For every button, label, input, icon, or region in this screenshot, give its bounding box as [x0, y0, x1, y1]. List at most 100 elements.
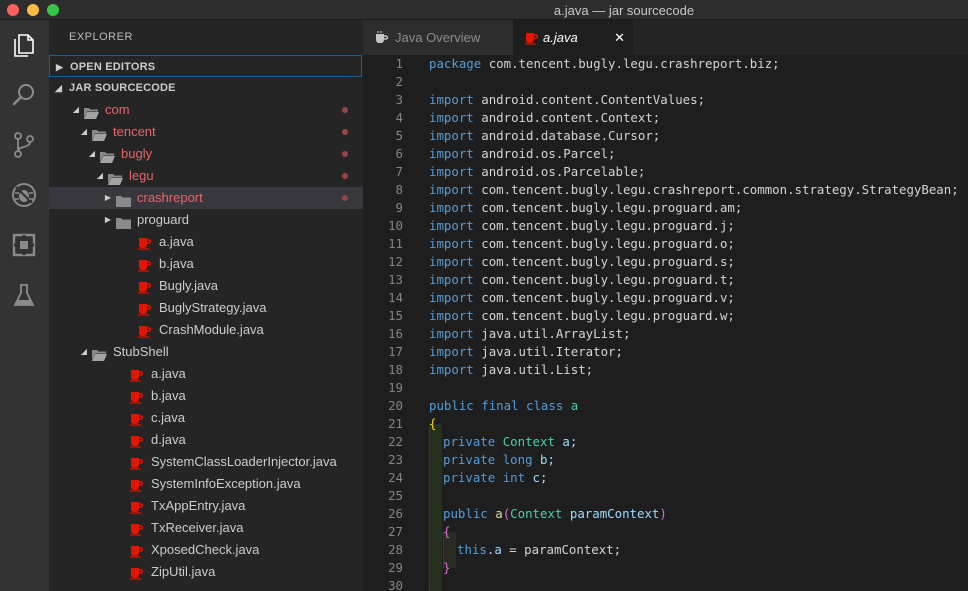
folder-icon [116, 214, 131, 229]
tree-item[interactable]: a.java [49, 231, 363, 253]
tree-item[interactable]: b.java [49, 253, 363, 275]
code-line: 3 import android.content.ContentValues; [363, 91, 968, 109]
line-number: 21 [388, 416, 403, 431]
tree-item[interactable]: ▶ proguard [49, 209, 363, 231]
tree-item[interactable]: ▶ crashreport [49, 187, 363, 209]
tab-a-java[interactable]: a.java ✕ [513, 20, 633, 55]
java-file-icon [129, 433, 144, 448]
code-token: import [429, 254, 474, 269]
java-file-icon [129, 389, 144, 404]
code-token: import [429, 290, 474, 305]
flask-icon[interactable] [9, 280, 39, 310]
folder-icon [100, 148, 115, 163]
search-icon[interactable] [9, 80, 39, 110]
tree-item[interactable]: a.java [49, 363, 363, 385]
tree-item[interactable]: ◢ StubShell [49, 341, 363, 363]
chevron-down-icon[interactable]: ◢ [79, 341, 89, 363]
code-line: 25 [363, 487, 968, 505]
code-token: import [429, 164, 474, 179]
debug-icon[interactable] [9, 180, 39, 210]
tree-item[interactable]: SystemClassLoaderInjector.java [49, 451, 363, 473]
code-token: import [429, 92, 474, 107]
code-text: private long b; [443, 451, 555, 469]
chevron-down-icon[interactable]: ◢ [87, 143, 97, 165]
tree-item[interactable]: ZipUtil.java [49, 561, 363, 583]
tree-item-label: c.java [151, 410, 185, 425]
tree-item[interactable]: XposedCheck.java [49, 539, 363, 561]
open-editors-section[interactable]: ▶ OPEN EDITORS [49, 55, 362, 77]
line-number: 8 [395, 182, 403, 197]
code-token: com.tencent.bugly.legu.proguard.j; [481, 218, 735, 233]
java-file-icon [129, 477, 144, 492]
code-line: 11 import com.tencent.bugly.legu.proguard… [363, 235, 968, 253]
line-number: 2 [395, 74, 403, 89]
code-token: private [443, 470, 496, 485]
java-file-icon [129, 367, 144, 382]
code-token: com.tencent.bugly.legu.proguard.w; [481, 308, 735, 323]
activity-bar [0, 20, 49, 591]
line-number: 27 [388, 524, 403, 539]
tree-item-label: SystemClassLoaderInjector.java [151, 454, 337, 469]
code-line: 1 package com.tencent.bugly.legu.crashrep… [363, 55, 968, 73]
tree-item[interactable]: ◢ bugly [49, 143, 363, 165]
code-text: private Context a; [443, 433, 577, 451]
tree-item-label: tencent [113, 124, 156, 139]
code-text: package com.tencent.bugly.legu.crashrepo… [429, 55, 780, 73]
code-line: 13 import com.tencent.bugly.legu.proguard… [363, 271, 968, 289]
extensions-icon[interactable] [9, 230, 39, 260]
code-token: Context [502, 434, 555, 449]
code-text: import com.tencent.bugly.legu.proguard.t… [429, 271, 735, 289]
tree-item-label: legu [129, 168, 154, 183]
code-token: android.content.ContentValues; [481, 92, 706, 107]
tree-item[interactable]: Bugly.java [49, 275, 363, 297]
tree-item[interactable]: ◢ tencent [49, 121, 363, 143]
tab-java-overview[interactable]: Java Overview [363, 20, 513, 55]
chevron-down-icon[interactable]: ◢ [71, 99, 81, 121]
tree-item[interactable]: TxReceiver.java [49, 517, 363, 539]
line-number: 28 [388, 542, 403, 557]
code-token: { [429, 416, 437, 431]
code-token: b; [540, 452, 555, 467]
code-text: import android.os.Parcelable; [429, 163, 645, 181]
java-file-icon [137, 235, 152, 250]
code-token: android.os.Parcel; [481, 146, 616, 161]
code-line: 16 import java.util.ArrayList; [363, 325, 968, 343]
close-icon[interactable]: ✕ [614, 20, 625, 56]
java-file-icon [137, 279, 152, 294]
chevron-right-icon[interactable]: ▶ [103, 209, 113, 231]
code-text: { [429, 415, 436, 433]
line-number: 16 [388, 326, 403, 341]
project-section[interactable]: ◢ JAR SOURCECODE [49, 77, 363, 99]
tree-item-label: TxReceiver.java [151, 520, 244, 535]
tree-item[interactable]: b.java [49, 385, 363, 407]
code-text: import android.content.ContentValues; [429, 91, 705, 109]
code-token: import [429, 110, 474, 125]
line-number: 12 [388, 254, 403, 269]
tree-item[interactable]: c.java [49, 407, 363, 429]
tree-item[interactable]: d.java [49, 429, 363, 451]
source-control-icon[interactable] [9, 130, 39, 160]
code-text: public final class a [429, 397, 578, 415]
code-token: c; [532, 470, 548, 485]
tree-item[interactable]: SystemInfoException.java [49, 473, 363, 495]
code-token: com.tencent.bugly.legu.proguard.t; [481, 272, 735, 287]
tree-item-label: b.java [159, 256, 194, 271]
chevron-down-icon[interactable]: ◢ [95, 165, 105, 187]
tree-item[interactable]: ◢ legu [49, 165, 363, 187]
tree-item[interactable]: CrashModule.java [49, 319, 363, 341]
code-token: import [429, 344, 474, 359]
explorer-icon[interactable] [9, 30, 39, 60]
chevron-down-icon[interactable]: ◢ [79, 121, 89, 143]
java-file-icon [129, 565, 144, 580]
code-token: class [526, 398, 564, 413]
tree-item[interactable]: TxAppEntry.java [49, 495, 363, 517]
code-token: java.util.ArrayList; [481, 326, 631, 341]
tree-item[interactable]: ◢ com [49, 99, 363, 121]
project-label: JAR SOURCECODE [69, 82, 176, 94]
line-number: 9 [395, 200, 403, 215]
tab-bar: Java Overview a.java ✕ [363, 20, 968, 55]
chevron-right-icon[interactable]: ▶ [103, 187, 113, 209]
code-line: 27 { [363, 523, 968, 541]
code-editor[interactable]: 1 package com.tencent.bugly.legu.crashrep… [363, 55, 968, 591]
tree-item[interactable]: BuglyStrategy.java [49, 297, 363, 319]
